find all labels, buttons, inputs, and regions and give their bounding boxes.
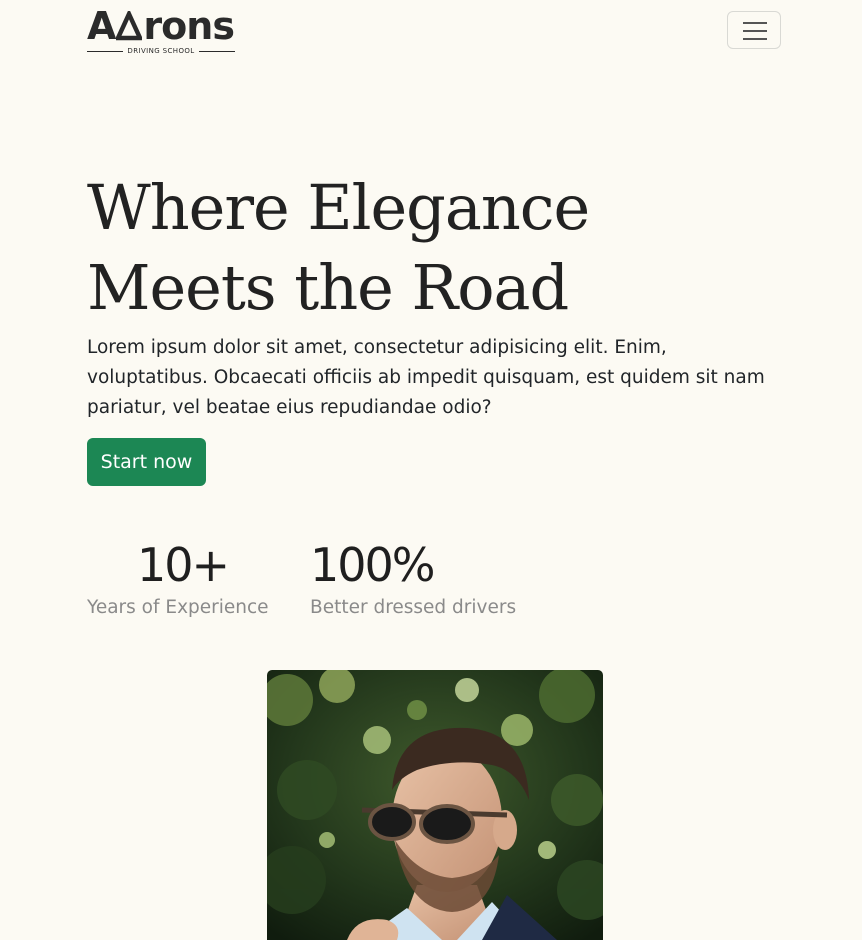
hero-title: Where Elegance Meets the Road <box>87 168 787 328</box>
brand-logo[interactable]: A rons DRIVING SCHOOL <box>87 6 239 56</box>
logo-subtitle-row: DRIVING SCHOOL <box>87 47 236 55</box>
start-now-button[interactable]: Start now <box>87 438 206 486</box>
menu-toggle-button[interactable] <box>727 11 781 49</box>
hero-title-line-1: Where Elegance <box>87 171 590 244</box>
logo-rule-left <box>87 50 124 52</box>
hero-description: Lorem ipsum dolor sit amet, consectetur … <box>87 337 765 418</box>
logo-wordmark: A rons <box>87 4 235 48</box>
stat-experience: 10+ Years of Experience <box>87 538 269 621</box>
stat-label: Better dressed drivers <box>310 597 517 618</box>
logo-letters-rons: rons <box>143 4 235 48</box>
triangle-icon <box>116 11 143 41</box>
hero-title-line-2: Meets the Road <box>87 251 569 324</box>
stat-label: Years of Experience <box>87 597 269 618</box>
stat-dressed: 100% Better dressed drivers <box>310 538 516 621</box>
photo-illustration <box>267 670 603 940</box>
stat-value: 100% <box>310 538 436 592</box>
logo-letter-a: A <box>87 4 116 48</box>
logo-subtitle: DRIVING SCHOOL <box>127 47 195 55</box>
logo-rule-right <box>198 50 236 52</box>
stat-value: 10+ <box>137 538 230 592</box>
hero-photo <box>267 670 603 940</box>
